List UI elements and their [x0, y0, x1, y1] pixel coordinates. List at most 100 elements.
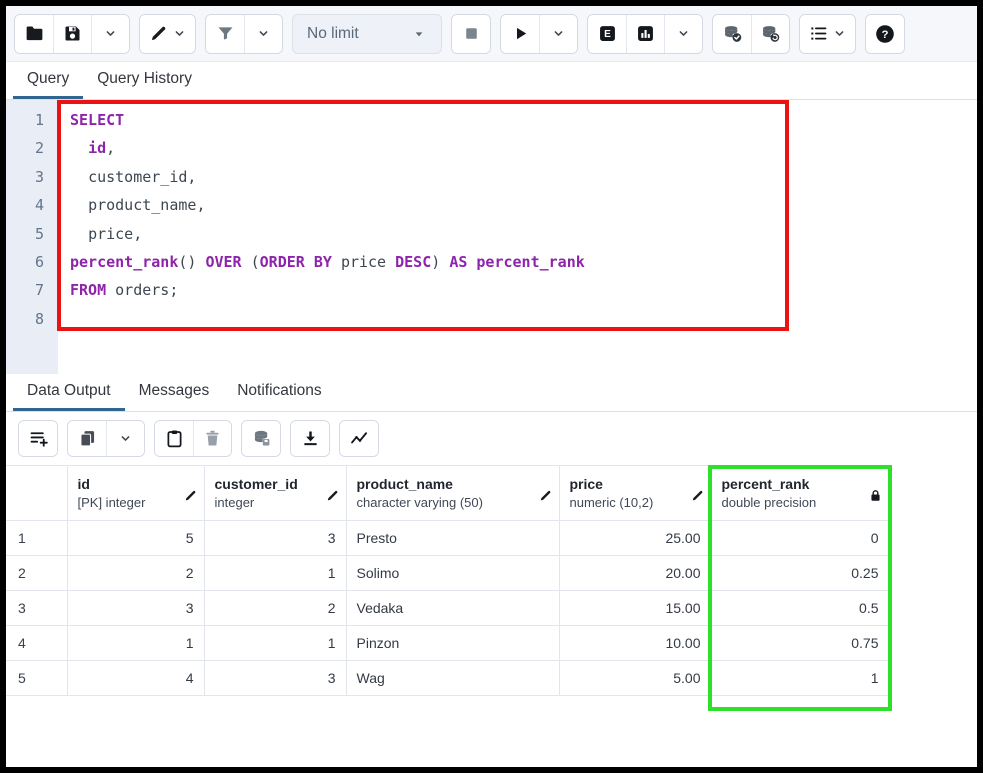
filter-options-button[interactable] — [244, 15, 282, 53]
tab-data-output[interactable]: Data Output — [13, 374, 125, 411]
cell-percent_rank[interactable]: 0 — [711, 521, 889, 556]
download-button[interactable] — [291, 421, 329, 456]
line-number: 4 — [6, 191, 44, 219]
explain-button[interactable]: E — [588, 15, 626, 53]
cell-id[interactable]: 4 — [67, 661, 204, 696]
cell-id[interactable]: 2 — [67, 556, 204, 591]
cell-price[interactable]: 20.00 — [559, 556, 711, 591]
cell-product_name[interactable]: Pinzon — [346, 626, 559, 661]
cell-price[interactable]: 15.00 — [559, 591, 711, 626]
caret-down-icon — [411, 26, 427, 42]
filter-button[interactable] — [206, 15, 244, 53]
table-row: 411Pinzon10.000.75 — [6, 626, 889, 661]
column-name: customer_id — [215, 476, 322, 492]
column-header-price[interactable]: pricenumeric (10,2) — [559, 466, 711, 521]
row-number-cell[interactable]: 3 — [6, 591, 67, 626]
column-header-customer_id[interactable]: customer_idinteger — [204, 466, 346, 521]
sql-token: , — [196, 196, 205, 214]
sql-line: price, — [70, 220, 977, 248]
row-number-cell[interactable]: 4 — [6, 626, 67, 661]
cell-customer_id[interactable]: 3 — [204, 521, 346, 556]
open-file-button[interactable] — [15, 15, 53, 53]
sql-token: AS — [449, 253, 467, 271]
sql-editor[interactable]: 12345678 SELECT id, customer_id, product… — [6, 100, 977, 374]
add-row-button[interactable] — [19, 421, 57, 456]
cell-price[interactable]: 5.00 — [559, 661, 711, 696]
button-group — [18, 420, 58, 457]
column-header-id[interactable]: id[PK] integer — [67, 466, 204, 521]
copy-options-button[interactable] — [106, 421, 144, 456]
sql-token: id — [88, 139, 106, 157]
cell-product_name[interactable]: Vedaka — [346, 591, 559, 626]
row-number-cell[interactable]: 1 — [6, 521, 67, 556]
save-data-button[interactable] — [242, 421, 280, 456]
macros-button[interactable] — [800, 15, 855, 53]
row-number-cell[interactable]: 5 — [6, 661, 67, 696]
button-group — [712, 14, 790, 54]
row-limit-select[interactable]: No limit — [292, 14, 442, 54]
copy-button[interactable] — [68, 421, 106, 456]
chevron-down-icon — [551, 26, 566, 41]
button-group: E — [587, 14, 703, 54]
delete-row-button[interactable] — [193, 421, 231, 456]
edit-button[interactable] — [140, 15, 195, 53]
table-row: 221Solimo20.000.25 — [6, 556, 889, 591]
execute-button[interactable] — [501, 15, 539, 53]
cell-product_name[interactable]: Presto — [346, 521, 559, 556]
commit-button[interactable] — [713, 15, 751, 53]
results-grid-area: id[PK] integercustomer_idintegerproduct_… — [6, 465, 977, 767]
cell-customer_id[interactable]: 1 — [204, 556, 346, 591]
sql-token: FROM — [70, 281, 106, 299]
tab-notifications[interactable]: Notifications — [223, 374, 335, 411]
execute-options-button[interactable] — [539, 15, 577, 53]
sql-token: SELECT — [70, 111, 124, 129]
cell-percent_rank[interactable]: 1 — [711, 661, 889, 696]
paste-button[interactable] — [155, 421, 193, 456]
cell-product_name[interactable]: Solimo — [346, 556, 559, 591]
help-icon: ? — [874, 23, 896, 45]
cell-id[interactable]: 3 — [67, 591, 204, 626]
pencil-icon — [183, 488, 198, 503]
sql-token: , — [187, 168, 196, 186]
rollback-button[interactable] — [751, 15, 789, 53]
cell-price[interactable]: 25.00 — [559, 521, 711, 556]
sql-line: customer_id, — [70, 163, 977, 191]
button-group — [290, 420, 330, 457]
explain-analyze-button[interactable] — [626, 15, 664, 53]
delete-icon — [202, 428, 223, 449]
sql-code[interactable]: SELECT id, customer_id, product_name, pr… — [58, 100, 977, 374]
cell-customer_id[interactable]: 1 — [204, 626, 346, 661]
chart-button[interactable] — [340, 421, 378, 456]
pencil-icon — [690, 488, 705, 503]
query-toolbar: No limit E? — [6, 6, 977, 62]
tab-query[interactable]: Query — [13, 62, 83, 99]
chevron-down-icon — [832, 26, 847, 41]
save-file-button[interactable] — [53, 15, 91, 53]
sql-token: percent_rank — [476, 253, 584, 271]
row-limit-value: No limit — [307, 25, 359, 43]
sql-token: ) — [431, 253, 449, 271]
cell-product_name[interactable]: Wag — [346, 661, 559, 696]
column-header-percent_rank[interactable]: percent_rankdouble precision — [711, 466, 889, 521]
download-icon — [300, 428, 321, 449]
sql-token: product_name — [88, 196, 196, 214]
tab-query-history[interactable]: Query History — [83, 62, 206, 99]
cell-percent_rank[interactable]: 0.25 — [711, 556, 889, 591]
sql-token: price — [88, 225, 133, 243]
cell-id[interactable]: 5 — [67, 521, 204, 556]
save-options-button[interactable] — [91, 15, 129, 53]
grid-corner-cell — [6, 466, 67, 521]
cell-id[interactable]: 1 — [67, 626, 204, 661]
row-number-cell[interactable]: 2 — [6, 556, 67, 591]
cell-customer_id[interactable]: 3 — [204, 661, 346, 696]
cell-customer_id[interactable]: 2 — [204, 591, 346, 626]
tab-messages[interactable]: Messages — [125, 374, 224, 411]
button-group — [500, 14, 578, 54]
column-header-product_name[interactable]: product_namecharacter varying (50) — [346, 466, 559, 521]
stop-button[interactable] — [452, 15, 490, 53]
cell-price[interactable]: 10.00 — [559, 626, 711, 661]
help-button[interactable]: ? — [866, 15, 904, 53]
cell-percent_rank[interactable]: 0.5 — [711, 591, 889, 626]
cell-percent_rank[interactable]: 0.75 — [711, 626, 889, 661]
explain-options-button[interactable] — [664, 15, 702, 53]
